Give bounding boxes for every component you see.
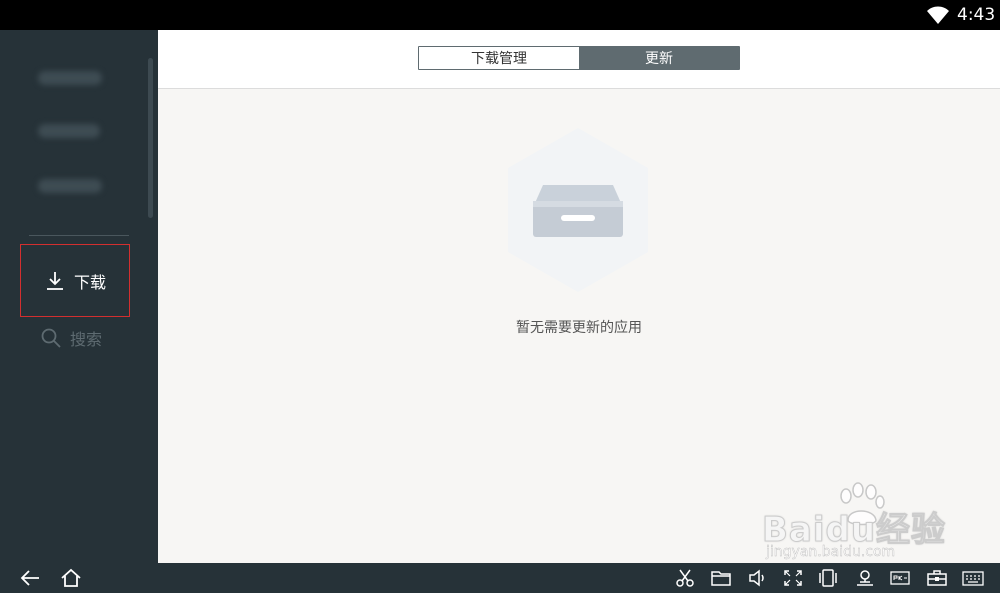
folder-icon [711, 571, 731, 586]
tab-group: 下载管理 更新 [418, 46, 740, 70]
sidebar-divider [29, 235, 129, 236]
status-clock: 4:43 [957, 5, 996, 25]
sidebar-item-label: 下载 [73, 272, 106, 292]
tab-download-manager[interactable]: 下载管理 [419, 47, 579, 69]
keyboard-icon [962, 571, 984, 586]
tabs-bar: 下载管理 更新 [158, 30, 1000, 89]
rotate-icon [819, 569, 837, 587]
sidebar-blurred-item [38, 71, 102, 85]
home-icon [61, 568, 81, 587]
sidebar: 下载 搜索 [0, 30, 158, 563]
sidebar-item-search[interactable]: 搜索 [40, 326, 130, 350]
toolbox-button[interactable] [926, 568, 948, 588]
folder-button[interactable] [710, 568, 732, 588]
watermark: Baidu经验 jingyan.baidu.com [761, 482, 962, 562]
search-icon [41, 328, 61, 348]
tab-updates[interactable]: 更新 [579, 47, 739, 69]
back-button[interactable] [19, 568, 41, 588]
status-bar: 4:43 [0, 0, 1000, 30]
emulator-screen: 4:43 下载 搜索 下载管理 更新 暂无需要更新的应用 Baidu经验 jin… [0, 0, 1000, 593]
empty-state-message: 暂无需要更新的应用 [516, 320, 642, 336]
keyboard-button[interactable] [962, 568, 984, 588]
location-button[interactable] [854, 568, 876, 588]
screenshot-button[interactable] [674, 568, 696, 588]
apk-icon [890, 571, 910, 585]
volume-icon [749, 569, 764, 587]
back-icon [20, 570, 39, 586]
rotate-button[interactable] [817, 568, 839, 588]
sidebar-blurred-item [38, 124, 100, 138]
fullscreen-button[interactable] [782, 568, 804, 588]
fullscreen-icon [784, 570, 802, 586]
scissors-icon [676, 569, 694, 587]
volume-button[interactable] [747, 568, 769, 588]
sidebar-scrollbar[interactable] [148, 58, 153, 218]
wifi-icon [927, 6, 949, 24]
download-icon [46, 271, 63, 290]
empty-drawer-icon [508, 128, 648, 292]
sidebar-item-label: 搜索 [70, 330, 103, 349]
system-nav-bar [0, 563, 1000, 593]
sidebar-blurred-item [38, 179, 102, 193]
watermark-url: jingyan.baidu.com [766, 544, 896, 560]
home-button[interactable] [60, 568, 82, 588]
location-icon [857, 570, 873, 586]
toolbox-icon [927, 570, 947, 586]
sidebar-item-download[interactable]: 下载 [20, 244, 130, 317]
install-apk-button[interactable] [889, 568, 911, 588]
